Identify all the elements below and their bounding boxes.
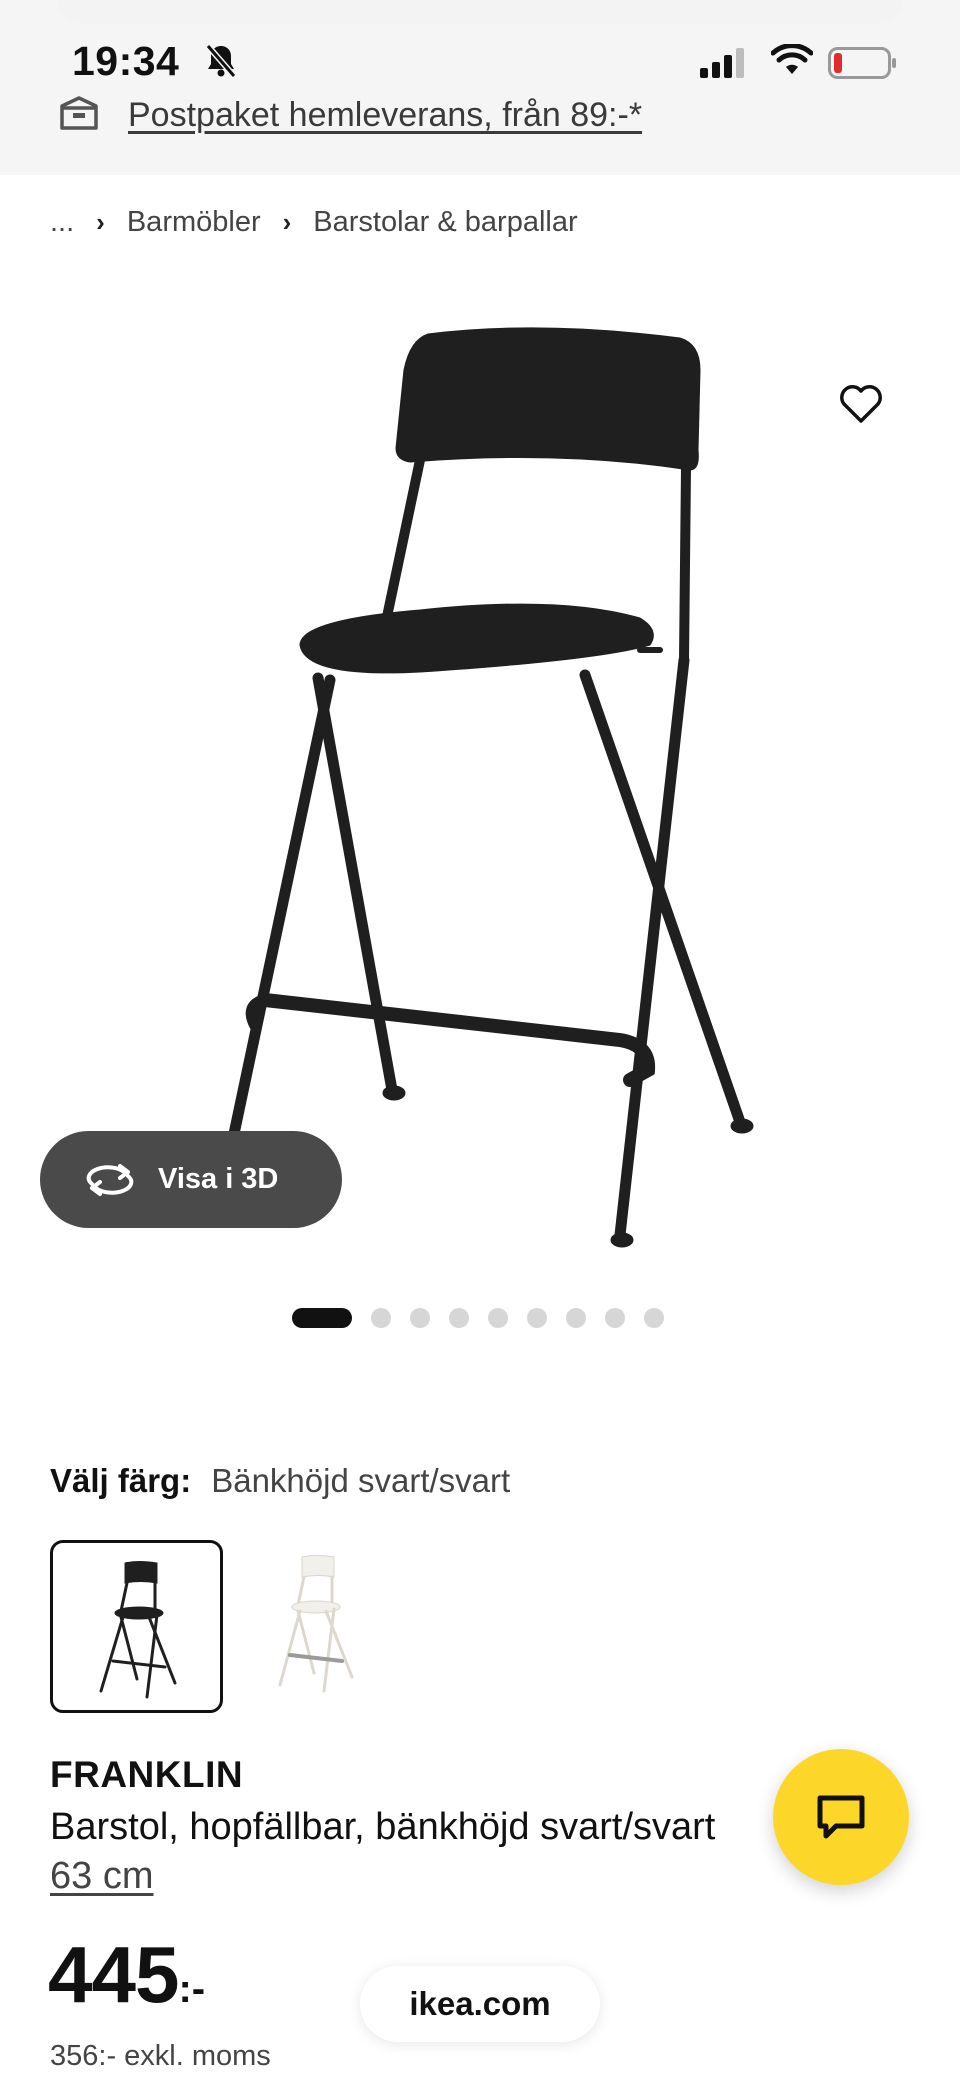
gallery-dot[interactable]	[488, 1308, 508, 1328]
chat-button[interactable]	[773, 1749, 909, 1885]
selected-color: Bänkhöjd svart/svart	[211, 1462, 511, 1499]
product-name: FRANKLIN	[50, 1754, 244, 1795]
gallery-dot[interactable]	[566, 1308, 586, 1328]
color-selector-heading: Välj färg: Bänkhöjd svart/svart	[50, 1462, 510, 1500]
color-swatch-white[interactable]	[256, 1543, 396, 1703]
silent-bell-icon	[203, 42, 239, 85]
gallery-dot[interactable]	[527, 1308, 547, 1328]
gallery-pagination	[292, 1308, 683, 1328]
product-size-link[interactable]: 63 cm	[50, 1855, 153, 1898]
delivery-box-icon	[58, 94, 100, 137]
top-header	[0, 0, 960, 175]
breadcrumb-ellipsis[interactable]: ...	[50, 206, 74, 239]
color-label: Välj färg:	[50, 1462, 192, 1499]
promo-text: Postpaket hemleverans, från 89:-*	[128, 95, 643, 134]
signal-icon	[700, 48, 750, 83]
view-3d-button[interactable]: Visa i 3D	[40, 1131, 342, 1228]
url-text: ikea.com	[409, 1985, 551, 2022]
top-sheet-edge	[58, 0, 902, 24]
chevron-right-icon: ›	[282, 207, 292, 237]
chevron-right-icon: ›	[96, 207, 105, 237]
wifi-icon	[770, 43, 814, 81]
price-ex-vat: 356:- exkl. moms	[50, 2040, 271, 2072]
browser-url-bar[interactable]: ikea.com	[360, 1966, 600, 2042]
favorite-heart-icon[interactable]	[838, 383, 884, 430]
gallery-dot[interactable]	[292, 1308, 352, 1328]
breadcrumb: ... › Barmöbler › Barstolar & barpallar	[50, 206, 578, 239]
gallery-dot[interactable]	[410, 1308, 430, 1328]
product-image[interactable]	[0, 300, 960, 1260]
gallery-dot[interactable]	[449, 1308, 469, 1328]
status-time: 19:34	[72, 38, 180, 84]
gallery-dot[interactable]	[605, 1308, 625, 1328]
battery-low-icon	[828, 47, 898, 84]
gallery-dot[interactable]	[371, 1308, 391, 1328]
rotate-3d-icon	[86, 1163, 134, 1196]
product-price: 445 :-	[48, 1935, 205, 2015]
gallery-dot[interactable]	[644, 1308, 664, 1328]
price-value: 445	[48, 1930, 179, 2019]
delivery-promo-link[interactable]: Postpaket hemleverans, från 89:-*	[58, 90, 642, 140]
view-3d-label: Visa i 3D	[158, 1163, 279, 1195]
breadcrumb-item-barmobler[interactable]: Barmöbler	[127, 206, 261, 239]
color-swatch-black[interactable]	[50, 1540, 223, 1713]
breadcrumb-item-barstolar[interactable]: Barstolar & barpallar	[313, 206, 577, 239]
price-suffix: :-	[178, 1967, 206, 2011]
product-description: Barstol, hopfällbar, bänkhöjd svart/svar…	[50, 1806, 716, 1848]
chat-bubble-icon	[817, 1795, 865, 1839]
